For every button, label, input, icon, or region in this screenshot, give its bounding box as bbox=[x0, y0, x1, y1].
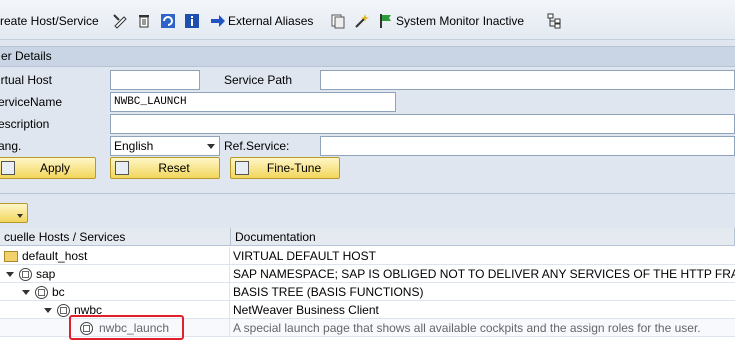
system-monitor-label: System Monitor Inactive bbox=[396, 14, 525, 28]
service-icon bbox=[19, 267, 32, 281]
fine-tune-icon bbox=[235, 161, 249, 175]
tree-row[interactable]: sap SAP NAMESPACE; SAP IS OBLIGED NOT TO… bbox=[0, 265, 735, 283]
reset-button[interactable]: Reset bbox=[110, 157, 220, 179]
tree-row-doc: SAP NAMESPACE; SAP IS OBLIGED NOT TO DEL… bbox=[233, 267, 735, 281]
folder-icon bbox=[4, 250, 18, 262]
column-header-hosts[interactable]: cuelle Hosts / Services bbox=[0, 228, 231, 246]
virtual-host-input[interactable] bbox=[110, 70, 200, 90]
service-name-input[interactable]: NWBC_LAUNCH bbox=[110, 92, 396, 112]
filter-details-panel: irtual Host Service Path erviceName NWBC… bbox=[0, 67, 735, 187]
copy-icon[interactable] bbox=[330, 12, 346, 30]
tree-node-label: sap bbox=[36, 267, 56, 281]
filter-details-title: er Details bbox=[1, 49, 52, 63]
expand-toggle-icon[interactable] bbox=[22, 289, 30, 295]
service-path-input[interactable] bbox=[320, 70, 735, 90]
column-header-documentation[interactable]: Documentation bbox=[231, 228, 735, 246]
ref-service-input[interactable] bbox=[320, 136, 735, 156]
application-toolbar: reate Host/Service External Aliases Syst… bbox=[0, 0, 735, 40]
flag-icon bbox=[380, 14, 391, 28]
reset-icon bbox=[115, 161, 129, 175]
virtual-host-label: irtual Host bbox=[0, 73, 53, 87]
tree-row[interactable]: default_host VIRTUAL DEFAULT HOST bbox=[0, 247, 735, 265]
external-aliases-label: External Aliases bbox=[228, 14, 314, 28]
description-input[interactable] bbox=[110, 114, 735, 134]
tree-row[interactable]: bc BASIS TREE (BASIS FUNCTIONS) bbox=[0, 283, 735, 301]
expand-toggle-icon[interactable] bbox=[6, 271, 14, 277]
service-icon bbox=[35, 285, 48, 299]
tree-node-label: default_host bbox=[22, 249, 88, 263]
tree-menu-button[interactable] bbox=[0, 203, 28, 223]
external-aliases-button[interactable]: External Aliases bbox=[210, 12, 313, 30]
apply-icon bbox=[1, 161, 15, 175]
service-icon bbox=[57, 303, 70, 317]
apply-label: Apply bbox=[39, 161, 71, 175]
tree-row-doc: BASIS TREE (BASIS FUNCTIONS) bbox=[233, 285, 424, 299]
delete-icon[interactable] bbox=[136, 12, 152, 30]
section-divider bbox=[0, 193, 735, 194]
apply-button[interactable]: Apply bbox=[0, 157, 96, 179]
info-icon[interactable] bbox=[184, 12, 200, 30]
tree-row-doc: A special launch page that shows all ava… bbox=[233, 321, 701, 335]
ref-service-label: Ref.Service: bbox=[224, 139, 290, 153]
chevron-down-icon bbox=[17, 214, 23, 218]
language-label: ang. bbox=[0, 139, 22, 153]
chevron-down-icon bbox=[207, 144, 215, 149]
fine-tune-label: Fine-Tune bbox=[266, 161, 322, 175]
service-name-label: erviceName bbox=[0, 95, 63, 109]
tree-row-doc: NetWeaver Business Client bbox=[233, 303, 379, 317]
expand-toggle-icon[interactable] bbox=[44, 307, 52, 313]
fine-tune-button[interactable]: Fine-Tune bbox=[230, 157, 340, 179]
tree-node-label: bc bbox=[52, 285, 65, 299]
reset-label: Reset bbox=[158, 161, 190, 175]
filter-details-header: er Details bbox=[0, 46, 735, 67]
hierarchy-icon[interactable] bbox=[546, 12, 562, 30]
create-host-service-label: reate Host/Service bbox=[0, 14, 99, 28]
create-host-service-button[interactable]: reate Host/Service bbox=[0, 12, 99, 30]
service-path-label: Service Path bbox=[224, 73, 293, 87]
arrow-right-icon bbox=[211, 15, 225, 27]
tree-row-doc: VIRTUAL DEFAULT HOST bbox=[233, 249, 376, 263]
wizard-icon[interactable] bbox=[354, 12, 370, 30]
services-tree: cuelle Hosts / Services Documentation de… bbox=[0, 228, 735, 340]
language-value: English bbox=[114, 139, 154, 153]
edit-icon[interactable] bbox=[112, 12, 128, 30]
description-label: escription bbox=[0, 117, 50, 131]
highlight-box bbox=[69, 315, 184, 340]
language-select[interactable]: English bbox=[110, 136, 220, 156]
system-monitor-button[interactable]: System Monitor Inactive bbox=[378, 12, 524, 30]
refresh-icon[interactable] bbox=[160, 12, 176, 30]
